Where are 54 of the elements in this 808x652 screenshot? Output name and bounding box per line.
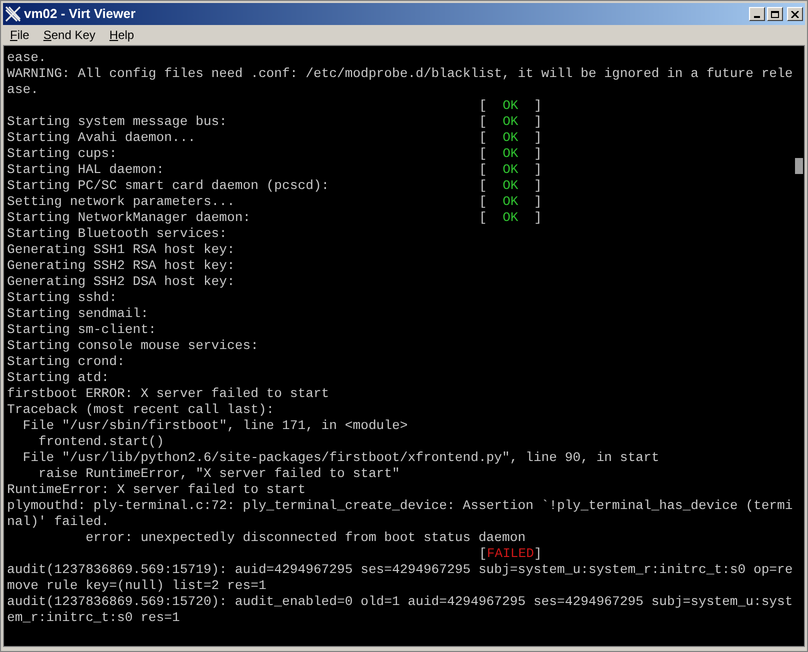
- console-line: WARNING: All config files need .conf: /etc/modprobe.d/blacklist, it will be ignored in a future rele: [7, 66, 793, 82]
- minimize-button[interactable]: [749, 7, 765, 21]
- console-line: Starting NetworkManager daemon:: [7, 210, 252, 226]
- console-line: Traceback (most recent call last):: [7, 402, 274, 418]
- console-line: error: unexpectedly disconnected from boot status daemon: [84, 530, 526, 546]
- menu-item[interactable]: File: [5, 26, 34, 44]
- console-line: Starting Bluetooth services:: [7, 226, 228, 242]
- status-label: [ OK ]: [479, 210, 542, 226]
- console-line: audit(1237836869.569:15719): auid=4294967295 ses=4294967295 subj=system_u:system_r:initrc_t:s0 op=re: [7, 562, 793, 578]
- close-icon: [791, 10, 799, 18]
- status-label: [ OK ]: [479, 194, 542, 210]
- window-title: vm02 - Virt Viewer: [24, 5, 136, 24]
- console-line: ase.: [7, 82, 38, 98]
- console-line: nal)' failed.: [7, 514, 110, 530]
- menu-item[interactable]: Send Key: [38, 26, 100, 44]
- console-line: Starting PC/SC smart card daemon (pcscd):: [7, 178, 330, 194]
- console-line: raise RuntimeError, "X server failed to start": [37, 466, 400, 482]
- console-line: Generating SSH2 DSA host key:: [7, 274, 235, 290]
- console-line: audit(1237836869.569:15720): audit_enabled=0 old=1 auid=4294967295 ses=4294967295 subj=system_u:syst: [7, 594, 793, 610]
- console-line: Starting crond:: [7, 354, 125, 370]
- status-label: [ OK ]: [479, 178, 542, 194]
- console-line: File "/usr/sbin/firstboot", line 171, in <module>: [22, 418, 408, 434]
- console-line: Starting atd:: [7, 370, 110, 386]
- maximize-icon: [771, 10, 779, 18]
- status-label: [FAILED]: [479, 546, 542, 562]
- console-line: RuntimeError: X server failed to start: [7, 482, 306, 498]
- status-label: [ OK ]: [479, 114, 542, 130]
- console-line: File "/usr/lib/python2.6/site-packages/firstboot/xfrontend.py", line 90, in start: [22, 450, 660, 466]
- console-line: plymouthd: ply-terminal.c:72: ply_terminal_create_device: Assertion `!ply_terminal_has_device (termi: [7, 498, 793, 514]
- block-cursor: [795, 158, 803, 174]
- status-label: [ OK ]: [479, 162, 542, 178]
- console-line: firstboot ERROR: X server failed to start: [7, 386, 330, 402]
- console-line: Starting console mouse services:: [7, 338, 258, 354]
- menu-item[interactable]: Help: [104, 26, 140, 44]
- console-line: Starting sm-client:: [7, 322, 156, 338]
- status-label: [ OK ]: [479, 130, 542, 146]
- maximize-button[interactable]: [767, 7, 783, 21]
- console-line: Generating SSH2 RSA host key:: [7, 258, 235, 274]
- console-line: Starting system message bus:: [7, 114, 228, 130]
- console-line: Starting sshd:: [7, 290, 118, 306]
- app-icon: [5, 6, 21, 22]
- console-line: Setting network parameters...: [7, 194, 236, 210]
- console-line: frontend.start(): [37, 434, 164, 450]
- console-line: move rule key=(null) list=2 res=1: [7, 578, 266, 594]
- console-line: Starting HAL daemon:: [7, 162, 166, 178]
- console-line: Starting sendmail:: [7, 306, 148, 322]
- console-line: Starting cups:: [7, 146, 118, 162]
- console-line: Generating SSH1 RSA host key:: [7, 242, 235, 258]
- close-button[interactable]: [787, 7, 803, 21]
- console-line: Starting Avahi daemon...: [7, 130, 197, 146]
- console-line: ease.: [7, 50, 46, 66]
- status-label: [ OK ]: [479, 146, 542, 162]
- status-label: [ OK ]: [479, 98, 542, 114]
- console-line: em_r:initrc_t:s0 res=1: [7, 610, 180, 626]
